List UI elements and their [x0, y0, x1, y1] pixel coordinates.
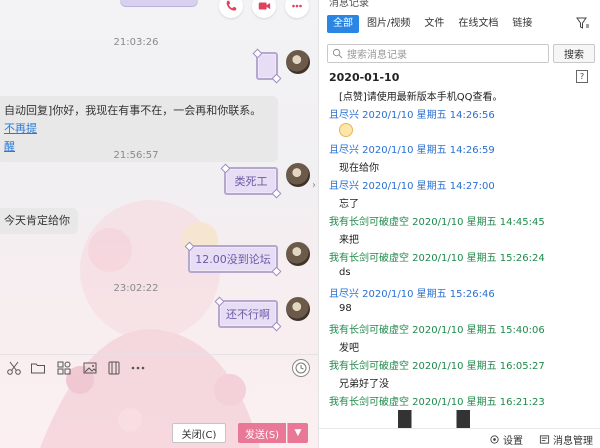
sent-message-bubble[interactable]: 还不行啊 — [218, 300, 278, 328]
history-message-text: [点赞]请使用最新版本手机QQ查看。 — [339, 92, 503, 103]
tab-links[interactable]: 链接 — [506, 15, 538, 33]
chevron-down-icon: ▼ — [294, 428, 302, 438]
history-sender-line: 且尽兴 2020/1/10 星期五 15:26:46 — [329, 289, 495, 300]
history-sender-line: 我有长剑可破虚空 2020/1/10 星期五 16:05:27 — [329, 361, 545, 372]
history-message-text: 98 — [339, 303, 352, 314]
message-bubble-fragment — [120, 0, 198, 6]
search-input[interactable]: 搜索消息记录 — [327, 44, 549, 63]
history-message-text: ds — [339, 267, 351, 278]
history-message-text: 兄弟好了没 — [339, 379, 389, 390]
search-icon — [332, 48, 343, 59]
gear-icon — [490, 435, 499, 444]
message-manager-icon — [539, 435, 550, 444]
panel-title: 消息记录 — [329, 0, 369, 9]
tab-images-videos[interactable]: 图片/视频 — [361, 15, 416, 33]
history-sender-line: 我有长剑可破虚空 2020/1/10 星期五 14:45:45 — [329, 217, 545, 228]
send-button[interactable]: 发送(S) — [238, 423, 286, 443]
avatar[interactable] — [286, 163, 310, 187]
history-message-text: 发吧 — [339, 343, 359, 354]
send-options-dropdown[interactable]: ▼ — [287, 423, 308, 443]
history-sender-line: 且尽兴 2020/1/10 星期五 14:27:00 — [329, 181, 495, 192]
history-message-list[interactable]: 2020-01-10 [点赞]请使用最新版本手机QQ查看。 且尽兴 2020/1… — [319, 68, 600, 408]
chat-topbar — [0, 0, 318, 20]
scissors-icon[interactable] — [6, 360, 22, 376]
avatar[interactable] — [286, 242, 310, 266]
sent-message-text: 类死工 — [234, 175, 268, 188]
message-timestamp: 21:03:26 — [113, 37, 159, 48]
message-manager-button[interactable]: 消息管理 — [539, 432, 593, 447]
avatar[interactable] — [286, 297, 310, 321]
history-sender-line: 且尽兴 2020/1/10 星期五 14:26:56 — [329, 110, 495, 121]
input-toolbar — [0, 354, 318, 380]
history-sender-line: 我有长剑可破虚空 2020/1/10 星期五 16:21:23 — [329, 397, 545, 408]
sent-message-text: 12.00没到论坛 — [195, 253, 271, 266]
history-message-text: 来把 — [339, 235, 359, 246]
settings-button[interactable]: 设置 — [489, 432, 523, 447]
search-placeholder: 搜索消息记录 — [347, 50, 407, 61]
sent-message-bubble[interactable]: 12.00没到论坛 — [188, 245, 278, 273]
message-input[interactable] — [0, 381, 318, 419]
close-button[interactable]: 关闭(C) — [172, 423, 226, 443]
date-header: 2020-01-10 — [329, 71, 400, 84]
video-call-button[interactable] — [252, 0, 276, 18]
tab-online-docs[interactable]: 在线文档 — [452, 15, 504, 33]
apps-grid-icon[interactable] — [56, 360, 72, 376]
phone-icon — [226, 0, 237, 11]
more-options-button[interactable] — [285, 0, 309, 18]
video-camera-icon — [258, 2, 271, 10]
received-message-bubble[interactable]: 今天肯定给你 — [0, 208, 78, 234]
history-sender-line: 且尽兴 2020/1/10 星期五 14:26:59 — [329, 145, 495, 156]
history-sender-line: 我有长剑可破虚空 2020/1/10 星期五 15:40:06 — [329, 325, 545, 336]
auto-reply-text: 自动回复]你好，我现在有事不在，一会再和你联系。 — [4, 104, 262, 117]
message-timestamp: 21:56:57 — [113, 150, 159, 161]
chat-pane: 21:03:26 自动回复]你好，我现在有事不在，一会再和你联系。 不再提 醒 … — [0, 0, 318, 448]
do-not-remind-link-cont[interactable]: 醒 — [4, 140, 15, 153]
history-sender-line: 我有长剑可破虚空 2020/1/10 星期五 15:26:24 — [329, 253, 545, 264]
history-bottom-bar: 设置 消息管理 — [319, 428, 600, 448]
emoji-icon — [339, 123, 353, 137]
search-button[interactable]: 搜索 — [553, 44, 595, 63]
tab-files[interactable]: 文件 — [418, 15, 450, 33]
screen-share-icon[interactable] — [106, 360, 122, 376]
collapse-panel-arrow[interactable]: › — [310, 175, 318, 195]
folder-icon[interactable] — [30, 360, 46, 376]
sent-message-bubble[interactable]: 类死工 — [224, 167, 278, 195]
message-timestamp: 23:02:22 — [113, 283, 159, 294]
clock-icon — [295, 362, 307, 374]
sent-message-text: 还不行啊 — [226, 308, 270, 321]
image-icon[interactable] — [82, 360, 98, 376]
received-message-text: 今天肯定给你 — [4, 214, 70, 227]
history-tabs: 全部 图片/视频 文件 在线文档 链接 — [327, 14, 597, 34]
history-message-text: 现在给你 — [339, 163, 379, 174]
manage-label: 消息管理 — [553, 436, 593, 447]
voice-call-button[interactable] — [219, 0, 243, 18]
history-message-text: 忘了 — [339, 199, 359, 210]
message-history-button[interactable] — [292, 359, 310, 377]
tab-all[interactable]: 全部 — [327, 15, 359, 33]
filter-icon[interactable] — [576, 16, 590, 30]
more-dots-icon — [292, 4, 302, 8]
more-tools-icon[interactable] — [130, 360, 146, 376]
sent-message-bubble[interactable] — [256, 52, 278, 80]
message-history-panel: 消息记录 全部 图片/视频 文件 在线文档 链接 搜索消息记录 搜索 ? 202… — [318, 0, 600, 448]
do-not-remind-link[interactable]: 不再提 — [4, 122, 37, 135]
avatar[interactable] — [286, 50, 310, 74]
settings-label: 设置 — [503, 436, 523, 447]
